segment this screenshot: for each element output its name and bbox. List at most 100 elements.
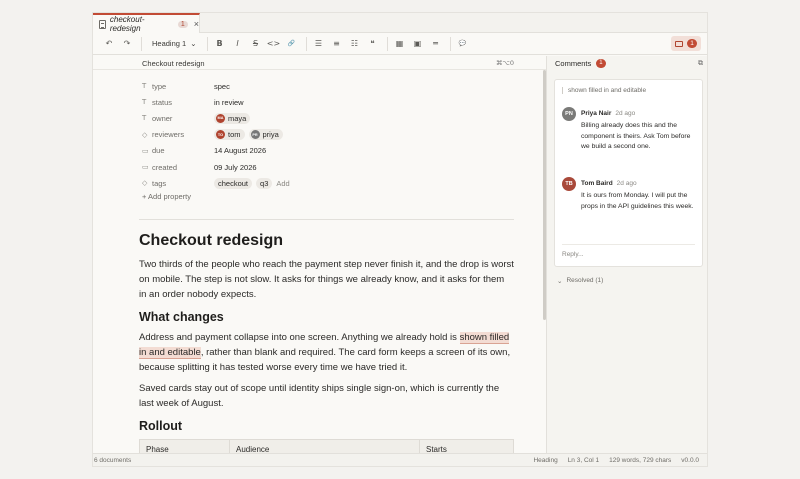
document-body[interactable]: Checkout redesign Two thirds of the peop…: [139, 232, 514, 453]
toolbar-divider: [206, 36, 208, 51]
code-icon[interactable]: <>: [266, 36, 282, 52]
property-value: checkout q3 Add: [214, 177, 290, 189]
avatar: TO: [216, 130, 225, 140]
bold-icon[interactable]: B: [212, 36, 228, 52]
comments-header: Comments 1 ⧉: [547, 56, 707, 70]
comment-text: It is ours from Monday. I will put the p…: [581, 192, 694, 210]
paragraph[interactable]: Saved cards stay out of scope until iden…: [139, 381, 514, 411]
calendar-icon: ▭: [142, 146, 149, 155]
task-list-icon[interactable]: ☷: [347, 36, 363, 52]
property-value[interactable]: 09 July 2026: [214, 163, 257, 172]
person-chip[interactable]: MA maya: [214, 112, 251, 124]
comments-toggle-button[interactable]: 1: [671, 36, 701, 51]
comments-count-badge: 1: [687, 39, 697, 48]
property-due[interactable]: ▭ due 14 August 2026: [142, 143, 522, 159]
property-name: status: [152, 97, 173, 107]
table-header-cell[interactable]: Phase: [139, 439, 230, 453]
app-window: checkout-redesign 1 × ↶ ↷ Heading 1 ⌄ B …: [92, 12, 708, 467]
italic-icon[interactable]: I: [230, 36, 246, 52]
property-value[interactable]: 14 August 2026: [214, 146, 266, 155]
cursor-position: Ln 3, Col 1: [567, 457, 600, 464]
text-run: Address and payment collapse into one sc…: [139, 332, 460, 343]
table-header-cell[interactable]: Audience: [229, 439, 420, 453]
formatting-toolbar: ↶ ↷ Heading 1 ⌄ B I S <> 🔗 ☰ ≡ ☷ ❝ ▦ ▣ ═…: [93, 33, 707, 55]
property-owner[interactable]: T owner MA maya: [142, 110, 522, 126]
resolved-toggle[interactable]: ⌄ Resolved (1): [557, 277, 603, 285]
property-name: type: [152, 81, 167, 91]
property-status[interactable]: T status in review: [142, 94, 522, 110]
shortcut-hint: ⌘⌥0: [495, 59, 514, 67]
avatar: MA: [216, 113, 225, 123]
table-header-row: Phase Audience Starts: [139, 439, 514, 453]
property-value[interactable]: spec: [214, 82, 230, 91]
block-type-label: Heading 1: [152, 39, 187, 48]
person-chip[interactable]: TO tom: [214, 129, 245, 141]
status-bar: 6 documents Heading Ln 3, Col 1 129 word…: [93, 453, 707, 466]
property-type[interactable]: T type spec: [142, 78, 522, 94]
redo-icon[interactable]: ↷: [119, 36, 135, 52]
comment-meta: Priya Nair 2d ago: [581, 110, 635, 117]
resolved-label: Resolved (1): [566, 277, 604, 284]
rollout-table[interactable]: Phase Audience Starts: [139, 439, 514, 453]
table-icon[interactable]: ▦: [392, 36, 408, 52]
comment-author: Tom Baird: [581, 180, 613, 187]
comments-title: Comments: [555, 58, 592, 68]
comment-thread[interactable]: shown filled in and editable PN Priya Na…: [554, 79, 703, 267]
heading-rollout[interactable]: Rollout: [139, 419, 514, 433]
divider-icon[interactable]: ═: [428, 36, 444, 52]
property-value: TO tom PR priya: [214, 129, 283, 141]
comment-text: Billing already does this and the compon…: [581, 122, 691, 150]
document-title: Checkout redesign: [142, 59, 205, 68]
block-type-select[interactable]: Heading 1 ⌄: [146, 39, 203, 48]
property-created[interactable]: ▭ created 09 July 2026: [142, 159, 522, 175]
undo-icon[interactable]: ↶: [101, 36, 117, 52]
heading-1[interactable]: Checkout redesign: [139, 232, 514, 250]
block-type-status: Heading: [533, 457, 558, 464]
comment-meta: Tom Baird 2d ago: [581, 180, 637, 187]
comment-time: 2d ago: [616, 180, 637, 187]
property-reviewers[interactable]: ◇ reviewers TO tom PR priya: [142, 127, 522, 143]
bullet-list-icon[interactable]: ☰: [311, 36, 327, 52]
pin-icon[interactable]: ⧉: [698, 59, 703, 68]
text-property-icon: T: [142, 98, 147, 107]
document-icon: [99, 19, 106, 29]
text-property-icon: T: [142, 114, 147, 123]
property-value: MA maya: [214, 112, 251, 124]
tag-icon: ◇: [142, 179, 148, 188]
tab-comment-badge: 1: [177, 20, 188, 28]
tab-title: checkout-redesign: [109, 15, 145, 33]
person-chip[interactable]: PR priya: [248, 129, 283, 141]
property-tags[interactable]: ◇ tags checkout q3 Add: [142, 175, 522, 191]
add-property-button[interactable]: + Add property: [142, 192, 522, 201]
image-icon[interactable]: ▣: [410, 36, 426, 52]
properties-list: T type spec T status in review T owner M…: [142, 78, 522, 202]
quoted-text: shown filled in and editable: [562, 87, 646, 94]
ordered-list-icon[interactable]: ≡: [329, 36, 345, 52]
property-name: owner: [152, 113, 173, 123]
property-name: created: [152, 162, 178, 172]
comment-icon: [675, 40, 684, 47]
add-tag-button[interactable]: Add: [276, 179, 289, 188]
paragraph[interactable]: Address and payment collapse into one sc…: [139, 330, 514, 375]
quote-icon[interactable]: ❝: [365, 36, 381, 52]
toolbar-divider: [305, 36, 307, 51]
tag-chip[interactable]: checkout: [214, 177, 253, 189]
tab-checkout-redesign[interactable]: checkout-redesign 1 ×: [93, 13, 200, 33]
editor-pane: Checkout redesign ⌘⌥0 T type spec T stat…: [93, 56, 547, 453]
strikethrough-icon[interactable]: S: [248, 36, 264, 52]
add-comment-icon[interactable]: 💬: [455, 36, 471, 52]
heading-what-changes[interactable]: What changes: [139, 310, 514, 324]
status-right: Heading Ln 3, Col 1 129 words, 729 chars…: [533, 457, 699, 464]
reply-input[interactable]: Reply...: [562, 251, 584, 258]
person-name: maya: [228, 113, 247, 123]
property-name: due: [152, 146, 165, 156]
tag-chip[interactable]: q3: [256, 177, 273, 189]
property-value[interactable]: in review: [214, 98, 244, 107]
comments-panel: Comments 1 ⧉ shown filled in and editabl…: [547, 56, 707, 453]
link-icon[interactable]: 🔗: [284, 36, 300, 52]
person-name: tom: [228, 130, 241, 140]
close-icon[interactable]: ×: [194, 19, 199, 29]
paragraph[interactable]: Two thirds of the people who reach the p…: [139, 257, 514, 302]
table-header-cell[interactable]: Starts: [419, 439, 514, 453]
document-count: 6 documents: [94, 457, 132, 464]
